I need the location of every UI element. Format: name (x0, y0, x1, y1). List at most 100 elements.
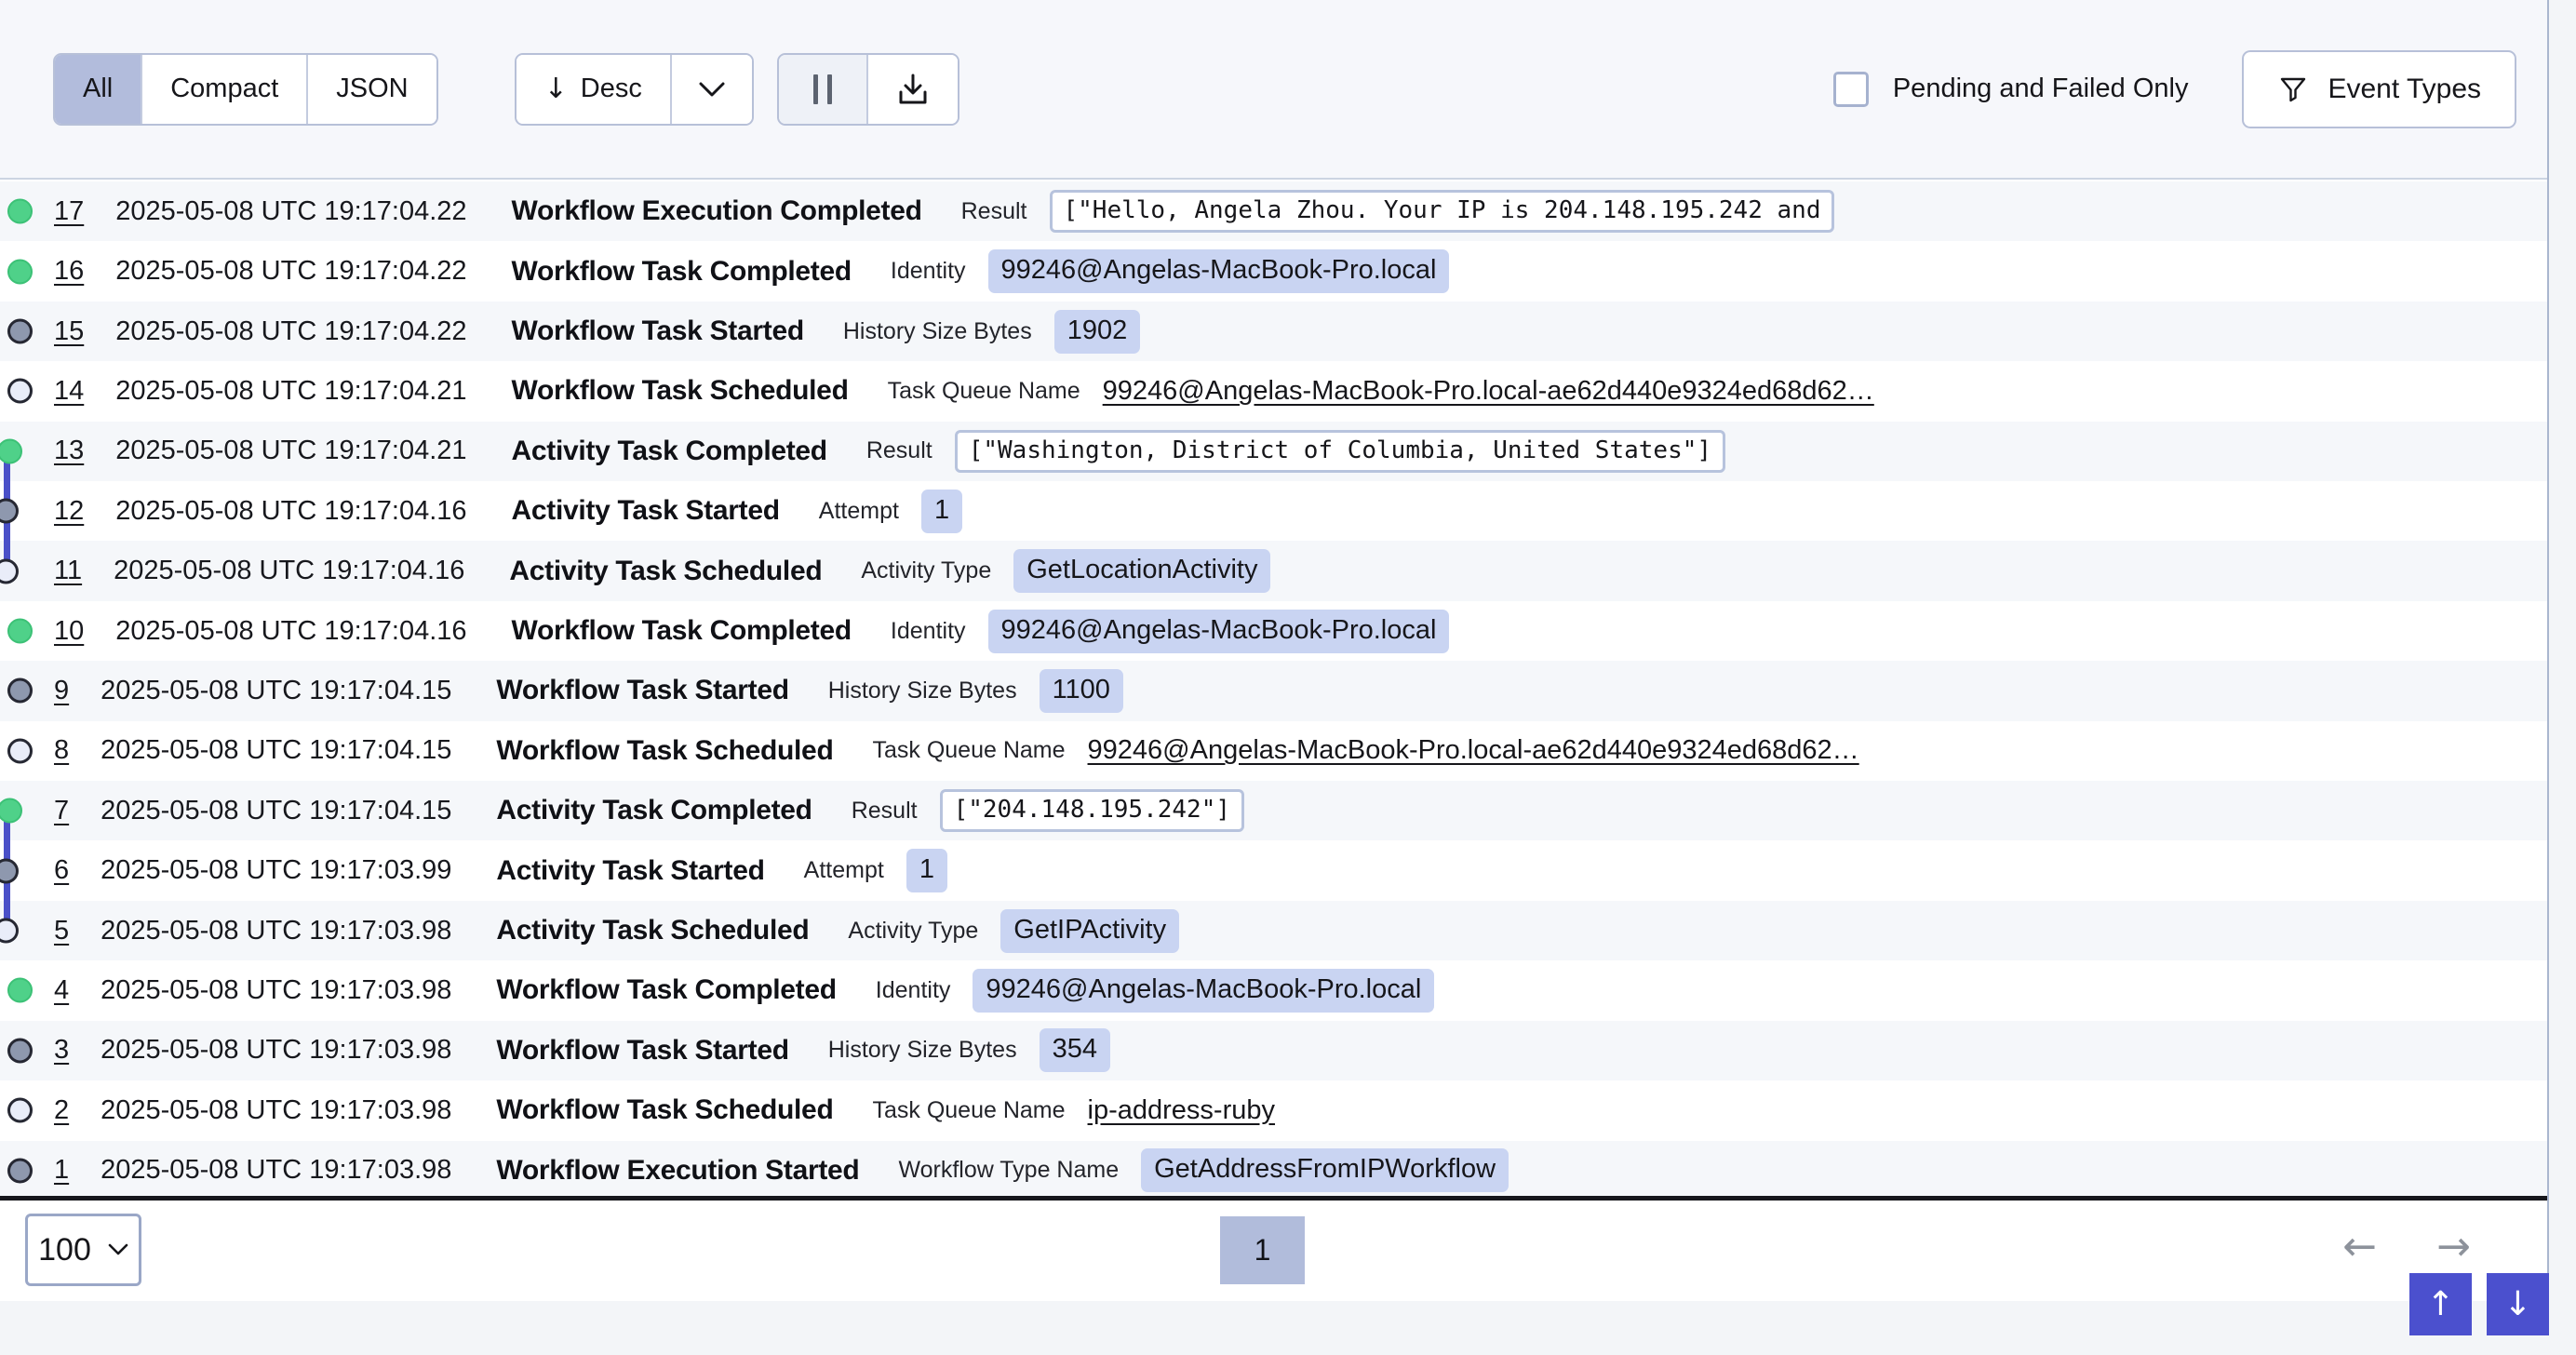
event-id-link[interactable]: 10 (54, 616, 84, 647)
event-timestamp: 2025-05-08 UTC 19:17:04.16 (115, 496, 466, 527)
event-id-link[interactable]: 4 (54, 975, 69, 1006)
event-id-link[interactable]: 3 (54, 1035, 69, 1066)
event-name: Workflow Task Started (512, 315, 804, 347)
event-name: Workflow Task Scheduled (496, 735, 833, 767)
page-number-button[interactable]: 1 (1220, 1216, 1305, 1284)
scroll-to-bottom-button[interactable]: ↓ (2487, 1273, 2549, 1335)
event-attribute-value: GetAddressFromIPWorkflow (1141, 1148, 1509, 1192)
event-row[interactable]: 17 2025-05-08 UTC 19:17:04.22 Workflow E… (0, 181, 2547, 241)
event-attribute-value: GetIPActivity (1000, 909, 1179, 953)
event-attribute-value: 1902 (1054, 310, 1141, 354)
event-status-dot (7, 319, 33, 344)
pending-failed-filter: Pending and Failed Only (1833, 72, 2189, 107)
event-types-label: Event Types (2328, 74, 2481, 105)
funnel-icon (2277, 74, 2309, 105)
event-attribute-value: 354 (1040, 1028, 1110, 1072)
view-mode-compact-button[interactable]: Compact (142, 55, 308, 124)
event-timestamp: 2025-05-08 UTC 19:17:04.15 (101, 735, 451, 766)
scroll-to-top-button[interactable]: ↑ (2409, 1273, 2472, 1335)
event-row[interactable]: 7 2025-05-08 UTC 19:17:04.15 Activity Ta… (0, 781, 2547, 840)
pause-button[interactable] (779, 55, 868, 124)
event-attribute-label: Result (961, 198, 1027, 225)
event-id-link[interactable]: 15 (54, 316, 84, 347)
event-row[interactable]: 12 2025-05-08 UTC 19:17:04.16 Activity T… (0, 481, 2547, 541)
event-id-link[interactable]: 13 (54, 436, 84, 466)
event-id-link[interactable]: 7 (54, 796, 69, 826)
event-id-link[interactable]: 2 (54, 1095, 69, 1126)
event-timestamp: 2025-05-08 UTC 19:17:03.99 (101, 855, 451, 886)
sort-desc-button[interactable]: ↓ Desc (517, 55, 672, 124)
event-row[interactable]: 11 2025-05-08 UTC 19:17:04.16 Activity T… (0, 541, 2547, 600)
event-timestamp: 2025-05-08 UTC 19:17:04.21 (115, 436, 466, 466)
download-button[interactable] (868, 55, 958, 124)
event-attribute-label: Activity Type (848, 918, 978, 945)
event-timestamp: 2025-05-08 UTC 19:17:03.98 (101, 1155, 451, 1186)
event-status-dot (0, 499, 19, 524)
event-timestamp: 2025-05-08 UTC 19:17:04.21 (115, 376, 466, 407)
event-id-link[interactable]: 9 (54, 676, 69, 706)
event-attribute-label: History Size Bytes (828, 1037, 1017, 1064)
event-status-dot (0, 919, 19, 944)
event-id-link[interactable]: 12 (54, 496, 84, 527)
event-attribute-label: Identity (876, 977, 951, 1004)
event-id-link[interactable]: 8 (54, 735, 69, 766)
event-attribute-label: Task Queue Name (872, 1097, 1065, 1124)
pending-failed-checkbox[interactable] (1833, 72, 1869, 107)
event-row[interactable]: 3 2025-05-08 UTC 19:17:03.98 Workflow Ta… (0, 1021, 2547, 1080)
page-size-value: 100 (38, 1232, 91, 1268)
pagination-footer: 100 1 ← → (0, 1205, 2547, 1301)
event-row[interactable]: 1 2025-05-08 UTC 19:17:03.98 Workflow Ex… (0, 1141, 2547, 1201)
event-row[interactable]: 9 2025-05-08 UTC 19:17:04.15 Workflow Ta… (0, 661, 2547, 720)
event-attribute-value[interactable]: 99246@Angelas-MacBook-Pro.local-ae62d440… (1088, 735, 1859, 766)
event-attribute-value[interactable]: ip-address-ruby (1088, 1095, 1275, 1126)
event-name: Workflow Task Completed (512, 615, 852, 647)
event-id-link[interactable]: 1 (54, 1155, 69, 1186)
event-id-link[interactable]: 11 (54, 556, 82, 586)
event-types-button[interactable]: Event Types (2242, 50, 2516, 128)
event-attribute-label: History Size Bytes (843, 318, 1032, 345)
event-name: Activity Task Scheduled (509, 556, 822, 587)
view-mode-all-button[interactable]: All (55, 55, 142, 124)
event-row[interactable]: 4 2025-05-08 UTC 19:17:03.98 Workflow Ta… (0, 960, 2547, 1020)
event-timestamp: 2025-05-08 UTC 19:17:04.16 (114, 556, 464, 586)
event-timestamp: 2025-05-08 UTC 19:17:04.16 (115, 616, 466, 647)
event-row[interactable]: 15 2025-05-08 UTC 19:17:04.22 Workflow T… (0, 302, 2547, 361)
event-name: Workflow Task Started (496, 675, 788, 706)
event-attribute-label: Identity (891, 258, 966, 285)
event-attribute-value: 1 (921, 490, 962, 533)
page-size-select[interactable]: 100 (25, 1214, 141, 1286)
event-status-dot (7, 1158, 33, 1183)
event-row[interactable]: 14 2025-05-08 UTC 19:17:04.21 Workflow T… (0, 361, 2547, 421)
event-attribute-value[interactable]: 99246@Angelas-MacBook-Pro.local-ae62d440… (1103, 376, 1874, 407)
event-id-link[interactable]: 14 (54, 376, 84, 407)
event-name: Activity Task Completed (496, 795, 812, 826)
event-attribute-label: Attempt (804, 857, 884, 884)
view-mode-json-button[interactable]: JSON (308, 55, 436, 124)
previous-page-arrow[interactable]: ← (2342, 1227, 2377, 1268)
event-attribute-label: Task Queue Name (888, 378, 1080, 405)
event-row[interactable]: 5 2025-05-08 UTC 19:17:03.98 Activity Ta… (0, 901, 2547, 960)
event-attribute-value: ["204.148.195.242"] (940, 789, 1244, 832)
event-status-dot (0, 558, 19, 584)
sort-expand-button[interactable] (672, 55, 752, 124)
event-row[interactable]: 16 2025-05-08 UTC 19:17:04.22 Workflow T… (0, 241, 2547, 301)
event-name: Workflow Task Scheduled (512, 375, 849, 407)
next-page-arrow[interactable]: → (2436, 1227, 2471, 1268)
event-row[interactable]: 8 2025-05-08 UTC 19:17:04.15 Workflow Ta… (0, 721, 2547, 781)
event-row[interactable]: 13 2025-05-08 UTC 19:17:04.21 Activity T… (0, 422, 2547, 481)
event-row[interactable]: 2 2025-05-08 UTC 19:17:03.98 Workflow Ta… (0, 1080, 2547, 1140)
event-id-link[interactable]: 16 (54, 256, 84, 287)
sort-label: Desc (581, 74, 642, 104)
arrow-down-icon: ↓ (544, 73, 568, 105)
event-name: Workflow Task Scheduled (496, 1094, 833, 1126)
download-icon (895, 72, 931, 107)
event-id-link[interactable]: 5 (54, 916, 69, 946)
event-attribute-label: Workflow Type Name (898, 1157, 1119, 1184)
event-status-dot (7, 379, 33, 404)
event-id-link[interactable]: 17 (54, 196, 84, 227)
event-row[interactable]: 6 2025-05-08 UTC 19:17:03.99 Activity Ta… (0, 840, 2547, 900)
event-row[interactable]: 10 2025-05-08 UTC 19:17:04.16 Workflow T… (0, 601, 2547, 661)
event-id-link[interactable]: 6 (54, 855, 69, 886)
event-history-toolbar: All Compact JSON ↓ Desc (0, 0, 2547, 180)
event-history-panel: All Compact JSON ↓ Desc (0, 0, 2549, 1301)
